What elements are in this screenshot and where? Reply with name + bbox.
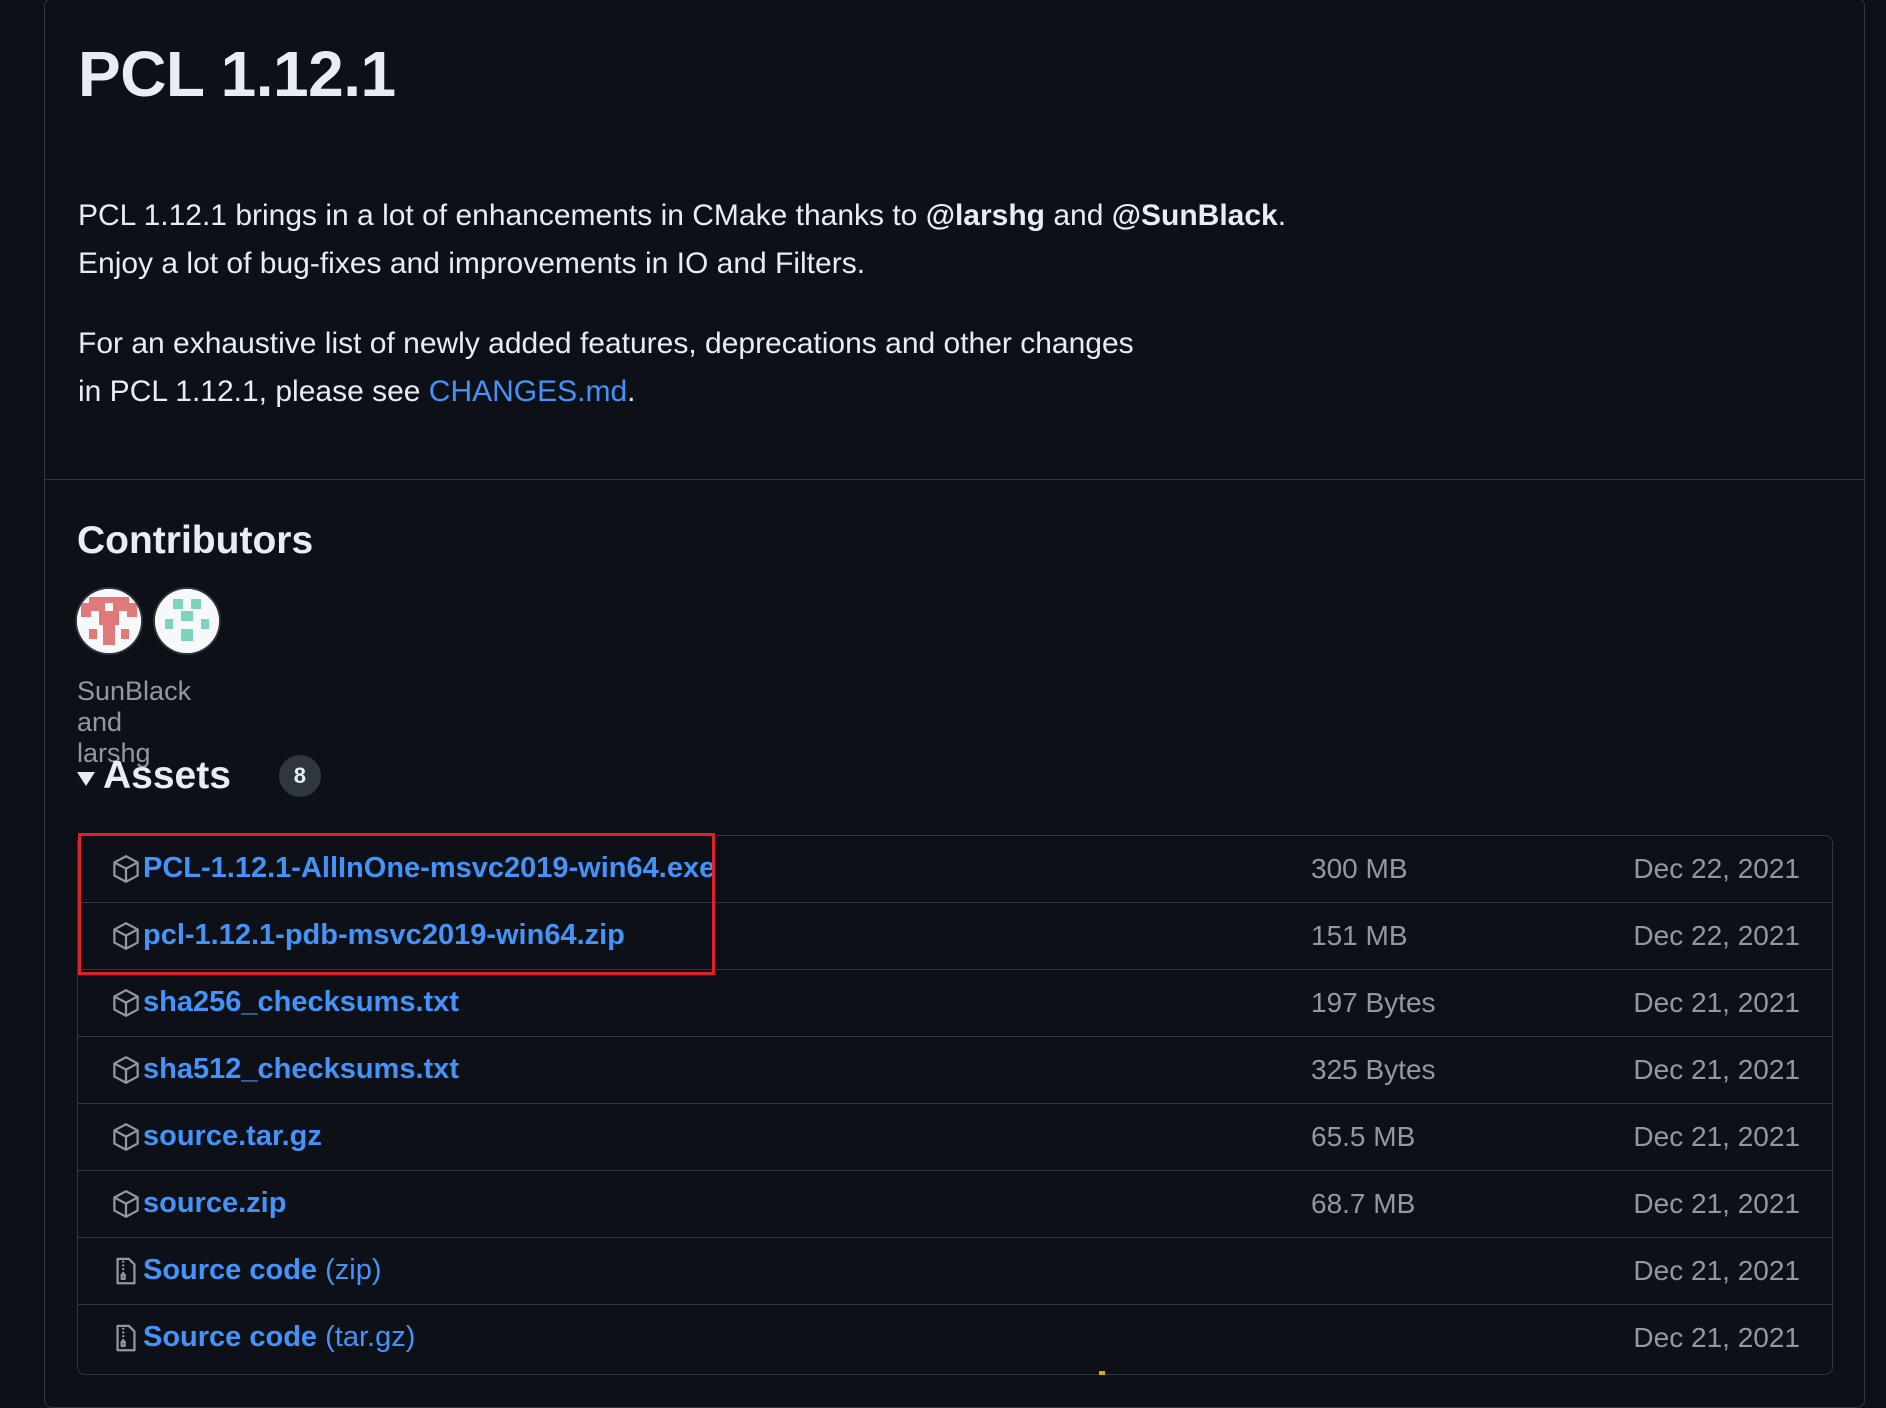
asset-row: sha256_checksums.txt 197 Bytes Dec 21, 202… bbox=[78, 970, 1832, 1037]
asset-row: Source code (tar.gz) Dec 21, 2021 bbox=[78, 1305, 1832, 1372]
release-title[interactable]: PCL 1.12.1 bbox=[78, 37, 396, 111]
asset-name[interactable]: source.zip bbox=[143, 1187, 286, 1219]
asset-link[interactable]: Source code (tar.gz) bbox=[143, 1321, 415, 1354]
asset-row: source.zip 68.7 MB Dec 21, 2021 bbox=[78, 1171, 1832, 1238]
package-icon bbox=[111, 1189, 141, 1219]
assets-title[interactable]: Assets bbox=[103, 754, 231, 798]
changes-md-link[interactable]: CHANGES.md bbox=[429, 375, 627, 408]
contributors-avatars bbox=[77, 589, 219, 653]
intro-text: PCL 1.12.1 brings in a lot of enhancemen… bbox=[78, 199, 926, 232]
asset-date: Dec 21, 2021 bbox=[1633, 1121, 1800, 1152]
package-icon bbox=[111, 1055, 141, 1085]
asset-name[interactable]: Source code bbox=[143, 1254, 317, 1286]
asset-name[interactable]: Source code bbox=[143, 1321, 317, 1353]
asset-row: Source code (zip) Dec 21, 2021 bbox=[78, 1238, 1832, 1305]
asset-suffix[interactable]: (zip) bbox=[317, 1254, 381, 1286]
asset-name[interactable]: source.tar.gz bbox=[143, 1120, 322, 1152]
asset-suffix[interactable]: (tar.gz) bbox=[317, 1321, 415, 1353]
changes-suffix: . bbox=[627, 375, 636, 408]
asset-date: Dec 21, 2021 bbox=[1633, 987, 1800, 1018]
asset-link[interactable]: sha256_checksums.txt bbox=[143, 986, 459, 1019]
file-zip-icon bbox=[111, 1323, 141, 1353]
mention-larshg[interactable]: @larshg bbox=[926, 199, 1045, 232]
release-intro: PCL 1.12.1 brings in a lot of enhancemen… bbox=[78, 192, 1286, 288]
asset-size: 68.7 MB bbox=[1311, 1188, 1416, 1219]
avatar-sunblack[interactable] bbox=[77, 589, 141, 653]
asset-link[interactable]: source.tar.gz bbox=[143, 1120, 322, 1153]
intro-period: . bbox=[1277, 199, 1287, 232]
asset-date: Dec 22, 2021 bbox=[1633, 920, 1800, 951]
asset-link[interactable]: source.zip bbox=[143, 1187, 286, 1220]
mention-sunblack[interactable]: @SunBlack bbox=[1112, 199, 1278, 232]
asset-name[interactable]: sha512_checksums.txt bbox=[143, 1053, 459, 1085]
intro-line2: Enjoy a lot of bug-fixes and improvement… bbox=[78, 247, 866, 280]
asset-date: Dec 21, 2021 bbox=[1633, 1322, 1800, 1353]
release-body: PCL 1.12.1 PCL 1.12.1 brings in a lot of… bbox=[45, 0, 1864, 480]
package-icon bbox=[111, 1122, 141, 1152]
asset-link[interactable]: sha512_checksums.txt bbox=[143, 1053, 459, 1086]
asset-row: source.tar.gz 65.5 MB Dec 21, 2021 bbox=[78, 1104, 1832, 1171]
annotation-highlight-box bbox=[78, 833, 715, 975]
changes-prefix: in PCL 1.12.1, please see bbox=[78, 375, 429, 408]
package-icon bbox=[111, 988, 141, 1018]
identicon-avatar-icon bbox=[77, 589, 141, 653]
contributors-title: Contributors bbox=[77, 519, 314, 562]
asset-size: 151 MB bbox=[1311, 920, 1408, 951]
assets-header[interactable]: Assets 8 bbox=[77, 754, 321, 798]
caret-down-icon[interactable] bbox=[77, 772, 95, 786]
identicon-avatar-icon bbox=[155, 589, 219, 653]
asset-size: 300 MB bbox=[1311, 853, 1408, 884]
asset-size: 65.5 MB bbox=[1311, 1121, 1416, 1152]
cursor-marker bbox=[1099, 1371, 1105, 1375]
asset-size: 325 Bytes bbox=[1311, 1054, 1436, 1085]
changes-line1: For an exhaustive list of newly added fe… bbox=[78, 327, 1134, 360]
assets-count-badge: 8 bbox=[278, 755, 321, 797]
asset-link[interactable]: Source code (zip) bbox=[143, 1254, 382, 1287]
asset-date: Dec 21, 2021 bbox=[1633, 1255, 1800, 1286]
release-changes: For an exhaustive list of newly added fe… bbox=[78, 320, 1134, 416]
asset-date: Dec 21, 2021 bbox=[1633, 1188, 1800, 1219]
asset-date: Dec 22, 2021 bbox=[1633, 853, 1800, 884]
avatar-larshg[interactable] bbox=[155, 589, 219, 653]
asset-size: 197 Bytes bbox=[1311, 987, 1436, 1018]
intro-and: and bbox=[1045, 199, 1112, 232]
file-zip-icon bbox=[111, 1256, 141, 1286]
asset-date: Dec 21, 2021 bbox=[1633, 1054, 1800, 1085]
asset-name[interactable]: sha256_checksums.txt bbox=[143, 986, 459, 1018]
asset-row: sha512_checksums.txt 325 Bytes Dec 21, 202… bbox=[78, 1037, 1832, 1104]
